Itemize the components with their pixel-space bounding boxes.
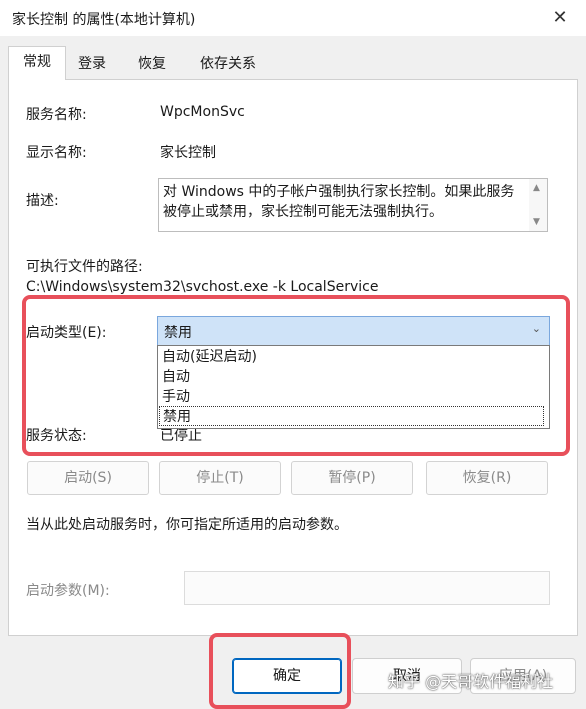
service-status-label: 服务状态: [26,428,87,444]
start-params-input[interactable] [184,571,550,605]
display-name-label: 显示名称: [26,145,87,161]
service-name-value: WpcMonSvc [160,104,245,120]
tab-dependencies[interactable]: 依存关系 [190,50,266,78]
option-auto-delayed[interactable]: 自动(延迟启动) [162,347,257,367]
startup-type-label: 启动类型(E): [26,325,107,341]
tab-logon[interactable]: 登录 [68,50,116,78]
tab-general[interactable]: 常规 [8,46,66,80]
resume-button[interactable]: 恢复(R) [426,461,548,495]
start-button[interactable]: 启动(S) [27,461,149,495]
startup-type-value: 禁用 [164,325,192,341]
display-name-value: 家长控制 [160,145,216,161]
scroll-up-icon[interactable]: ▲ [533,183,540,193]
window-title: 家长控制 的属性(本地计算机) [12,12,196,28]
description-box[interactable]: 对 Windows 中的子帐户强制执行家长控制。如果此服务被停止或禁用，家长控制… [158,178,548,232]
ok-button[interactable]: 确定 [232,658,342,694]
start-params-hint: 当从此处启动服务时，你可指定所适用的启动参数。 [26,517,348,533]
description-label: 描述: [26,193,59,209]
title-bar: 家长控制 的属性(本地计算机) ✕ [0,0,586,36]
exe-path-value: C:\Windows\system32\svchost.exe -k Local… [26,279,379,295]
close-icon[interactable]: ✕ [548,6,572,30]
service-name-label: 服务名称: [26,107,87,123]
chevron-down-icon[interactable]: ⌄ [532,322,541,335]
description-text: 对 Windows 中的子帐户强制执行家长控制。如果此服务被停止或禁用，家长控制… [163,184,515,220]
start-params-label: 启动参数(M): [26,583,110,599]
option-manual[interactable]: 手动 [162,387,190,407]
watermark-text: 知乎 @天哥软件福利社 [388,672,554,691]
description-scrollbar[interactable]: ▲ ▼ [529,179,547,231]
startup-type-dropdown: 自动(延迟启动) 自动 手动 禁用 [157,345,550,429]
startup-type-select[interactable]: 禁用 ⌄ [157,316,550,346]
tab-recovery[interactable]: 恢复 [128,50,176,78]
exe-path-label: 可执行文件的路径: [26,259,143,275]
scroll-down-icon[interactable]: ▼ [533,217,540,227]
stop-button[interactable]: 停止(T) [159,461,281,495]
option-disabled[interactable]: 禁用 [159,406,544,426]
pause-button[interactable]: 暂停(P) [291,461,413,495]
option-auto[interactable]: 自动 [162,367,190,387]
